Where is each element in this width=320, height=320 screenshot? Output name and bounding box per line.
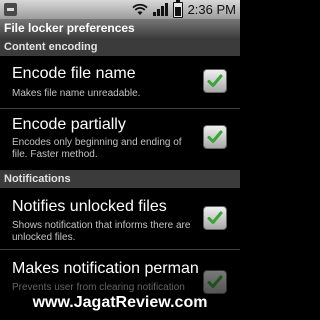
battery-icon xyxy=(172,0,183,18)
section-header-notifications: Notifications xyxy=(0,170,240,188)
pref-encode-partially[interactable]: Encode partially Encodes only beginning … xyxy=(0,109,240,170)
pref-title: Makes notification perman xyxy=(12,260,199,277)
status-icons: 2:36 PM xyxy=(131,0,236,18)
pref-title: Notifies unlocked files xyxy=(12,198,167,215)
signal-icon xyxy=(152,3,168,16)
status-bar: 2:36 PM xyxy=(0,0,240,19)
clock: 2:36 PM xyxy=(187,2,236,17)
pref-summary: Prevents user from clearing notification xyxy=(12,282,185,293)
checkbox-encode-file-name[interactable] xyxy=(203,69,227,93)
pref-summary: Makes file name unreadable. xyxy=(12,88,141,99)
notification-icon xyxy=(4,3,17,16)
window-title: File locker preferences xyxy=(0,19,240,38)
pref-title: Encode partially xyxy=(12,116,126,133)
wifi-icon xyxy=(131,3,148,15)
section-header-content-encoding: Content encoding xyxy=(0,38,240,56)
watermark: www.JagatReview.com xyxy=(32,294,208,311)
pref-title: Encode file name xyxy=(12,65,136,82)
pref-summary: Encodes only beginning and ending of fil… xyxy=(12,137,182,160)
check-icon xyxy=(207,275,223,288)
pref-summary: Shows notification that informs there ar… xyxy=(12,220,191,243)
pref-encode-file-name[interactable]: Encode file name Makes file name unreada… xyxy=(0,56,240,108)
check-icon xyxy=(207,130,223,143)
checkbox-makes-notification-permanent[interactable] xyxy=(203,270,227,294)
check-icon xyxy=(207,211,223,224)
check-icon xyxy=(207,74,223,87)
pref-notifies-unlocked-files[interactable]: Notifies unlocked files Shows notificati… xyxy=(0,188,240,249)
checkbox-notifies-unlocked-files[interactable] xyxy=(203,206,227,230)
checkbox-encode-partially[interactable] xyxy=(203,125,227,149)
